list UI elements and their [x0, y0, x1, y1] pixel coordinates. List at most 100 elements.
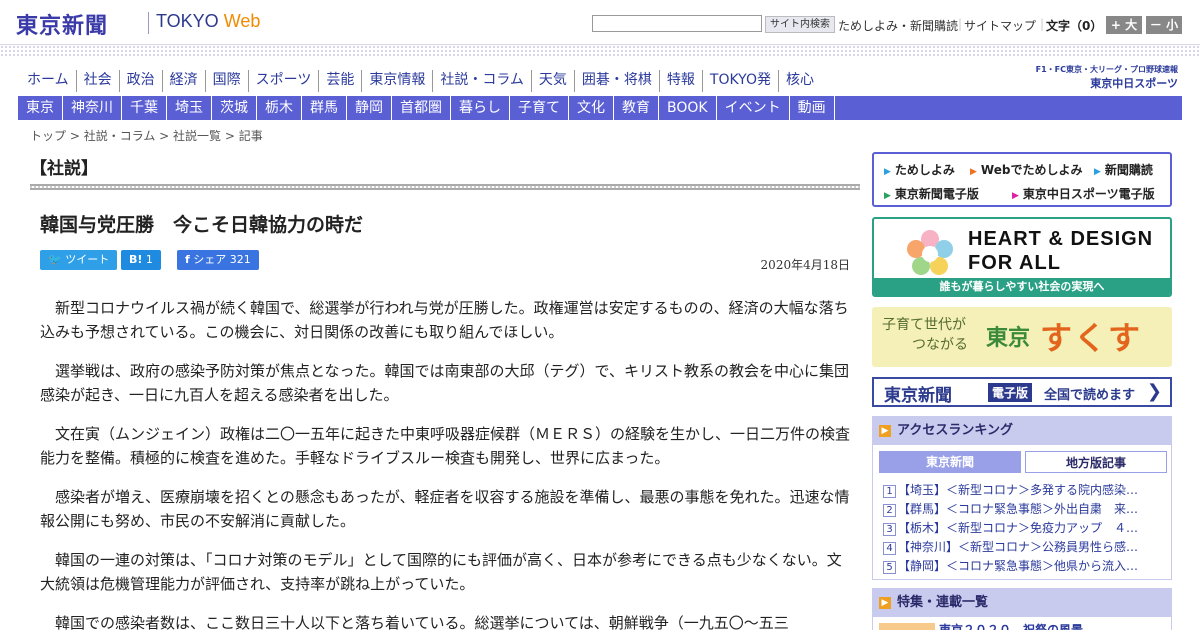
- logo-en-text: TOKYO: [156, 11, 219, 31]
- quick-link-tameshiyomi[interactable]: ▶ ためしよみ: [884, 161, 955, 178]
- ranking-item[interactable]: 5 【静岡】＜コロナ緊急事態＞他県から流入…: [883, 557, 1163, 574]
- region-event[interactable]: イベント: [717, 96, 790, 120]
- ranking-item[interactable]: 3 【栃木】＜新型コロナ＞免疫力アップ ４…: [883, 519, 1163, 536]
- triangle-bullet-icon: ▶: [884, 167, 891, 177]
- breadcrumb-editorial[interactable]: 社説・コラム: [84, 129, 156, 143]
- tokyo-sukusuku-banner[interactable]: 子育て世代が つながる 東京 すくすく: [872, 307, 1172, 367]
- region-nav: 東京 神奈川 千葉 埼玉 茨城 栃木 群馬 静岡 首都圏 暮らし 子育て 文化 …: [18, 96, 1182, 120]
- digital-edition-banner[interactable]: 東京新聞 電子版 全国で読めます ❯: [872, 377, 1172, 407]
- nav-home[interactable]: ホーム: [20, 70, 77, 92]
- logo-tokyo-shimbun[interactable]: 東京新聞: [16, 8, 108, 40]
- region-kurashi[interactable]: 暮らし: [451, 96, 510, 120]
- quick-link-label: 新聞購読: [1104, 163, 1153, 177]
- hatena-bookmark-button[interactable]: B! 1: [121, 250, 161, 270]
- quick-link-web-tameshiyomi[interactable]: ▶ Webでためしよみ: [970, 161, 1082, 178]
- breadcrumb-editorial-list[interactable]: 社説一覧: [173, 129, 221, 143]
- feature-list: ▶ 特集・連載一覧 東京２０２０ 祝祭の風景: [872, 588, 1172, 630]
- region-saitama[interactable]: 埼玉: [167, 96, 212, 120]
- section-title: 【社説】: [30, 159, 98, 179]
- font-bigger-button[interactable]: + 大: [1106, 16, 1142, 34]
- nav-politics[interactable]: 政治: [120, 70, 163, 92]
- feature-item[interactable]: 東京２０２０ 祝祭の風景: [939, 621, 1083, 630]
- article-paragraph: 感染者が増え、医療崩壊を招くとの懸念もあったが、軽症者を収容する施設を準備し、最…: [40, 488, 850, 530]
- heart-design-caption: 誰もが暮らしやすい社会の実現へ: [874, 278, 1170, 295]
- nav-weather[interactable]: 天気: [532, 70, 575, 92]
- sukusuku-brand: すくすく: [1040, 319, 1143, 367]
- ranking-header: ▶ アクセスランキング: [873, 417, 1171, 445]
- quick-link-chunichi-digital[interactable]: ▶ 東京中日スポーツ電子版: [1012, 185, 1155, 202]
- logo-en-web: Web: [223, 11, 261, 31]
- rank-number: 2: [883, 504, 896, 517]
- region-tochigi[interactable]: 栃木: [257, 96, 302, 120]
- region-tokyo[interactable]: 東京: [18, 96, 63, 120]
- region-gunma[interactable]: 群馬: [302, 96, 347, 120]
- quick-link-digital-edition[interactable]: ▶ 東京新聞電子版: [884, 185, 979, 202]
- sukusuku-tagline-2: つながる: [912, 337, 968, 353]
- header-separator: |: [1040, 17, 1045, 31]
- feature-title: 特集・連載一覧: [897, 595, 989, 610]
- digital-edition-name: 東京新聞: [884, 386, 952, 406]
- heart-design-line1: HEART & DESIGN: [968, 228, 1154, 250]
- font-size-label: 文字（0）: [1046, 19, 1103, 33]
- font-smaller-button[interactable]: － 小: [1146, 16, 1182, 34]
- header-separator: |: [958, 17, 963, 31]
- nav-sports[interactable]: スポーツ: [249, 70, 320, 92]
- region-kanagawa[interactable]: 神奈川: [63, 96, 122, 120]
- quick-link-label: 東京中日スポーツ電子版: [1022, 187, 1155, 201]
- nav-tokyo-hatsu[interactable]: TOKYO発: [703, 70, 779, 92]
- tab-tokyo-shimbun[interactable]: 東京新聞: [879, 451, 1021, 473]
- heart-design-line2: FOR ALL: [968, 252, 1061, 274]
- nav-go-shogi[interactable]: 囲碁・将棋: [575, 70, 660, 92]
- ranking-item[interactable]: 1 【埼玉】＜新型コロナ＞多発する院内感染…: [883, 481, 1163, 498]
- region-chiba[interactable]: 千葉: [122, 96, 167, 120]
- nav-society[interactable]: 社会: [77, 70, 120, 92]
- region-kyoiku[interactable]: 教育: [614, 96, 659, 120]
- article-paragraph: 文在寅（ムンジェイン）政権は二〇一五年に起きた中東呼吸器症候群（ＭＥＲＳ）の経験…: [40, 425, 851, 467]
- twitter-bird-icon: 🐦: [48, 253, 62, 266]
- nav-kakushin[interactable]: 核心: [779, 70, 821, 92]
- chunichi-sports-banner[interactable]: F1・FC東京・大リーグ・プロ野球速報 東京中日スポーツ: [1028, 64, 1178, 91]
- nav-tokyo-info[interactable]: 東京情報: [362, 70, 434, 92]
- sitemap-link[interactable]: サイトマップ: [964, 17, 1036, 34]
- facebook-share-button[interactable]: f シェア 321: [177, 250, 259, 270]
- region-kosodate[interactable]: 子育て: [510, 96, 569, 120]
- region-book[interactable]: BOOK: [659, 96, 717, 120]
- ranking-item-text: 【静岡】＜コロナ緊急事態＞他県から流入…: [898, 559, 1139, 573]
- region-ibaraki[interactable]: 茨城: [212, 96, 257, 120]
- region-bunka[interactable]: 文化: [569, 96, 614, 120]
- region-video[interactable]: 動画: [790, 96, 835, 120]
- nav-tokuho[interactable]: 特報: [660, 70, 703, 92]
- heart-design-banner[interactable]: HEART & DESIGN FOR ALL 誰もが暮らしやすい社会の実現へ: [872, 217, 1172, 297]
- nav-entertainment[interactable]: 芸能: [319, 70, 363, 92]
- search-input[interactable]: [592, 15, 762, 32]
- chunichi-subtitle: F1・FC東京・大リーグ・プロ野球速報: [1035, 65, 1178, 74]
- breadcrumb-top[interactable]: トップ: [30, 129, 66, 143]
- feature-header: ▶ 特集・連載一覧: [873, 589, 1171, 617]
- trial-subscribe-link[interactable]: ためしよみ・新聞購読: [838, 17, 958, 34]
- article-title: 韓国与党圧勝 今こそ日韓協力の時だ: [40, 214, 364, 236]
- quick-link-label: Webでためしよみ: [980, 163, 1083, 177]
- tweet-button[interactable]: 🐦 ツイート: [40, 250, 118, 270]
- rank-number: 4: [883, 542, 896, 555]
- region-shizuoka[interactable]: 静岡: [347, 96, 392, 120]
- ranking-item[interactable]: 4 【神奈川】＜新型コロナ＞公務員男性ら感…: [883, 538, 1163, 555]
- feature-thumbnail[interactable]: [879, 623, 935, 630]
- ranking-item-text: 【栃木】＜新型コロナ＞免疫力アップ ４…: [898, 521, 1139, 535]
- logo-tokyo-web[interactable]: TOKYO Web: [156, 11, 260, 32]
- quick-link-subscribe[interactable]: ▶ 新聞購読: [1094, 161, 1153, 178]
- nav-editorial[interactable]: 社説・コラム: [433, 70, 532, 92]
- nav-international[interactable]: 国際: [206, 70, 249, 92]
- site-search-button[interactable]: サイト内検索: [765, 16, 835, 33]
- arrow-box-icon: ▶: [879, 425, 891, 437]
- tab-local-articles[interactable]: 地方版記事: [1025, 451, 1167, 473]
- header-dotted-divider: [0, 44, 1200, 58]
- nav-economy[interactable]: 経済: [163, 70, 206, 92]
- region-shutoken[interactable]: 首都圏: [392, 96, 451, 120]
- sukusuku-brand-tokyo: 東京: [986, 326, 1031, 351]
- triangle-bullet-icon: ▶: [1094, 167, 1101, 177]
- rank-number: 3: [883, 523, 896, 536]
- article-paragraph: 新型コロナウイルス禍が続く韓国で、総選挙が行われ与党が圧勝した。政権運営は安定す…: [40, 299, 849, 341]
- article-body: 新型コロナウイルス禍が続く韓国で、総選挙が行われ与党が圧勝した。政権運営は安定す…: [40, 296, 852, 630]
- rank-number: 5: [883, 561, 896, 574]
- ranking-item[interactable]: 2 【群馬】＜コロナ緊急事態＞外出自粛 来…: [883, 500, 1163, 517]
